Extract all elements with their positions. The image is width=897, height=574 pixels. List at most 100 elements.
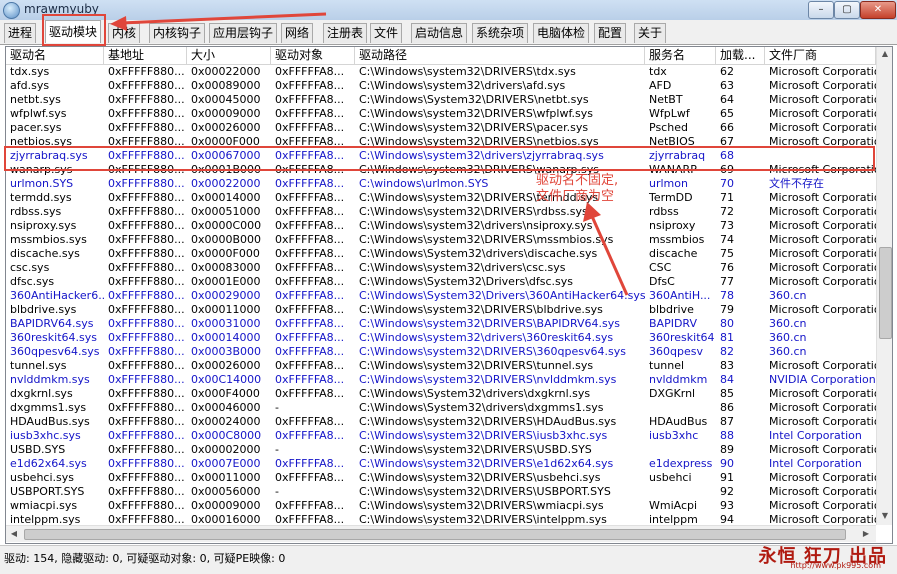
- table-row[interactable]: dxgkrnl.sys 0xFFFFF880... 0x000F4000 0xFFFF…: [6, 387, 876, 401]
- tab-11[interactable]: 配置: [594, 23, 627, 43]
- cell-vendor: Microsoft Corporation: [769, 191, 876, 204]
- cell-name: USBPORT.SYS: [10, 485, 85, 498]
- cell-svc: usbehci: [649, 471, 692, 484]
- table-row[interactable]: blbdrive.sys 0xFFFFF880... 0x00011000 0xFFF…: [6, 303, 876, 317]
- table-body[interactable]: tdx.sys 0xFFFFF880... 0x00022000 0xFFFFFA8.…: [6, 65, 876, 525]
- horizontal-scrollbar[interactable]: ◀ ▶: [6, 525, 876, 542]
- cell-obj: 0xFFFFFA8...: [275, 499, 345, 512]
- cell-base: 0xFFFFF880...: [108, 205, 185, 218]
- table-row[interactable]: intelppm.sys 0xFFFFF880... 0x00016000 0xFFF…: [6, 513, 876, 525]
- cell-obj: 0xFFFFFA8...: [275, 107, 345, 120]
- cell-name: urlmon.SYS: [10, 177, 74, 190]
- tab-0[interactable]: 进程: [4, 23, 37, 43]
- table-row[interactable]: 360reskit64.sys 0xFFFFF880... 0x00014000 0x…: [6, 331, 876, 345]
- cell-vendor: NVIDIA Corporation: [769, 373, 876, 386]
- table-row[interactable]: nsiproxy.sys 0xFFFFF880... 0x0000C000 0xFFF…: [6, 219, 876, 233]
- cell-vendor: Microsoft Corporation: [769, 121, 876, 134]
- column-header-base[interactable]: 基地址: [104, 47, 187, 64]
- scroll-right-icon[interactable]: ▶: [861, 529, 871, 539]
- table-row[interactable]: dfsc.sys 0xFFFFF880... 0x0001E000 0xFFFFFA8…: [6, 275, 876, 289]
- table-row[interactable]: BAPIDRV64.sys 0xFFFFF880... 0x00031000 0xFF…: [6, 317, 876, 331]
- cell-path: C:\Windows\system32\DRIVERS\USBPORT.SYS: [359, 485, 611, 498]
- cell-base: 0xFFFFF880...: [108, 373, 185, 386]
- cell-obj: 0xFFFFFA8...: [275, 79, 345, 92]
- table-row[interactable]: USBD.SYS 0xFFFFF880... 0x00002000 - C:\Windo…: [6, 443, 876, 457]
- table-row[interactable]: wfplwf.sys 0xFFFFF880... 0x00009000 0xFFFFF…: [6, 107, 876, 121]
- tab-8[interactable]: 启动信息: [411, 23, 468, 43]
- tab-9[interactable]: 系统杂项: [472, 23, 529, 43]
- cell-base: 0xFFFFF880...: [108, 65, 185, 78]
- table-row[interactable]: 360AntiHacker6... 0xFFFFF880... 0x00029000…: [6, 289, 876, 303]
- column-header-name[interactable]: 驱动名: [6, 47, 104, 64]
- table-row[interactable]: csc.sys 0xFFFFF880... 0x00083000 0xFFFFFA8.…: [6, 261, 876, 275]
- cell-order: 93: [720, 499, 734, 512]
- table-row[interactable]: iusb3xhc.sys 0xFFFFF880... 0x000C8000 0xFFF…: [6, 429, 876, 443]
- cell-order: 91: [720, 471, 734, 484]
- cell-order: 80: [720, 317, 734, 330]
- column-header-svc[interactable]: 服务名: [645, 47, 716, 64]
- cell-svc: DfsC: [649, 275, 675, 288]
- vertical-scroll-thumb[interactable]: [879, 247, 892, 339]
- table-row[interactable]: usbehci.sys 0xFFFFF880... 0x00011000 0xFFFF…: [6, 471, 876, 485]
- tab-12[interactable]: 关于: [634, 23, 667, 43]
- table-row[interactable]: tunnel.sys 0xFFFFF880... 0x00026000 0xFFFFF…: [6, 359, 876, 373]
- scroll-left-icon[interactable]: ◀: [9, 529, 19, 539]
- table-row[interactable]: pacer.sys 0xFFFFF880... 0x00026000 0xFFFFFA…: [6, 121, 876, 135]
- cell-name: wmiacpi.sys: [10, 499, 78, 512]
- table-row[interactable]: 360qpesv64.sys 0xFFFFF880... 0x0003B000 0xF…: [6, 345, 876, 359]
- cell-size: 0x00014000: [191, 191, 261, 204]
- cell-name: termdd.sys: [10, 191, 72, 204]
- table-row[interactable]: termdd.sys 0xFFFFF880... 0x00014000 0xFFFFF…: [6, 191, 876, 205]
- table-row[interactable]: mssmbios.sys 0xFFFFF880... 0x0000B000 0xFFF…: [6, 233, 876, 247]
- table-row[interactable]: wmiacpi.sys 0xFFFFF880... 0x00009000 0xFFFF…: [6, 499, 876, 513]
- tab-10[interactable]: 电脑体检: [533, 23, 590, 43]
- column-header-obj[interactable]: 驱动对象: [271, 47, 355, 64]
- column-header-path[interactable]: 驱动路径: [355, 47, 645, 64]
- column-header-order[interactable]: 加载...: [716, 47, 765, 64]
- cell-name: BAPIDRV64.sys: [10, 317, 94, 330]
- cell-obj: 0xFFFFFA8...: [275, 345, 345, 358]
- cell-base: 0xFFFFF880...: [108, 121, 185, 134]
- cell-base: 0xFFFFF880...: [108, 359, 185, 372]
- cell-obj: 0xFFFFFA8...: [275, 191, 345, 204]
- cell-base: 0xFFFFF880...: [108, 107, 185, 120]
- table-row[interactable]: e1d62x64.sys 0xFFFFF880... 0x0007E000 0xFFF…: [6, 457, 876, 471]
- table-row[interactable]: urlmon.SYS 0xFFFFF880... 0x00022000 0xFFFFF…: [6, 177, 876, 191]
- cell-path: C:\Windows\system32\drivers\afd.sys: [359, 79, 566, 92]
- scroll-down-icon[interactable]: ▼: [880, 511, 890, 521]
- table-row[interactable]: afd.sys 0xFFFFF880... 0x00089000 0xFFFFFA8.…: [6, 79, 876, 93]
- maximize-button[interactable]: ▢: [834, 1, 860, 19]
- cell-base: 0xFFFFF880...: [108, 485, 185, 498]
- minimize-button[interactable]: –: [808, 1, 834, 19]
- table-row[interactable]: discache.sys 0xFFFFF880... 0x0000F000 0xFFF…: [6, 247, 876, 261]
- cell-name: netbt.sys: [10, 93, 61, 106]
- cell-size: 0x00024000: [191, 415, 261, 428]
- table-row[interactable]: USBPORT.SYS 0xFFFFF880... 0x00056000 - C:\Wi…: [6, 485, 876, 499]
- cell-svc: urlmon: [649, 177, 688, 190]
- vertical-scrollbar[interactable]: ▲ ▼: [876, 47, 892, 525]
- cell-obj: 0xFFFFFA8...: [275, 121, 345, 134]
- annotation-line-1: 驱动名不固定,: [536, 173, 619, 188]
- table-row[interactable]: tdx.sys 0xFFFFF880... 0x00022000 0xFFFFFA8.…: [6, 65, 876, 79]
- cell-path: C:\Windows\system32\DRIVERS\tunnel.sys: [359, 359, 594, 372]
- table-row[interactable]: netbt.sys 0xFFFFF880... 0x00045000 0xFFFFFA…: [6, 93, 876, 107]
- cell-svc: e1dexpress: [649, 457, 713, 470]
- cell-order: 83: [720, 359, 734, 372]
- column-header-size[interactable]: 大小: [187, 47, 271, 64]
- table-row[interactable]: nvlddmkm.sys 0xFFFFF880... 0x00C14000 0xFFF…: [6, 373, 876, 387]
- close-button[interactable]: ✕: [860, 1, 896, 19]
- table-row[interactable]: rdbss.sys 0xFFFFF880... 0x00051000 0xFFFFFA…: [6, 205, 876, 219]
- cell-order: 82: [720, 345, 734, 358]
- suspicious-row-highlight: [4, 146, 875, 171]
- column-header-vendor[interactable]: 文件厂商: [765, 47, 876, 64]
- scroll-up-icon[interactable]: ▲: [880, 49, 890, 59]
- cell-svc: iusb3xhc: [649, 429, 699, 442]
- horizontal-scroll-thumb[interactable]: [24, 529, 846, 540]
- cell-path: C:\Windows\System32\drivers\dxgkrnl.sys: [359, 387, 591, 400]
- cell-svc: BAPIDRV: [649, 317, 697, 330]
- table-row[interactable]: dxgmms1.sys 0xFFFFF880... 0x00046000 - C:\Wi…: [6, 401, 876, 415]
- tab-7[interactable]: 文件: [370, 23, 403, 43]
- cell-obj: 0xFFFFFA8...: [275, 205, 345, 218]
- table-row[interactable]: HDAudBus.sys 0xFFFFF880... 0x00024000 0xFFF…: [6, 415, 876, 429]
- cell-path: C:\Windows\system32\DRIVERS\BAPIDRV64.sy…: [359, 317, 620, 330]
